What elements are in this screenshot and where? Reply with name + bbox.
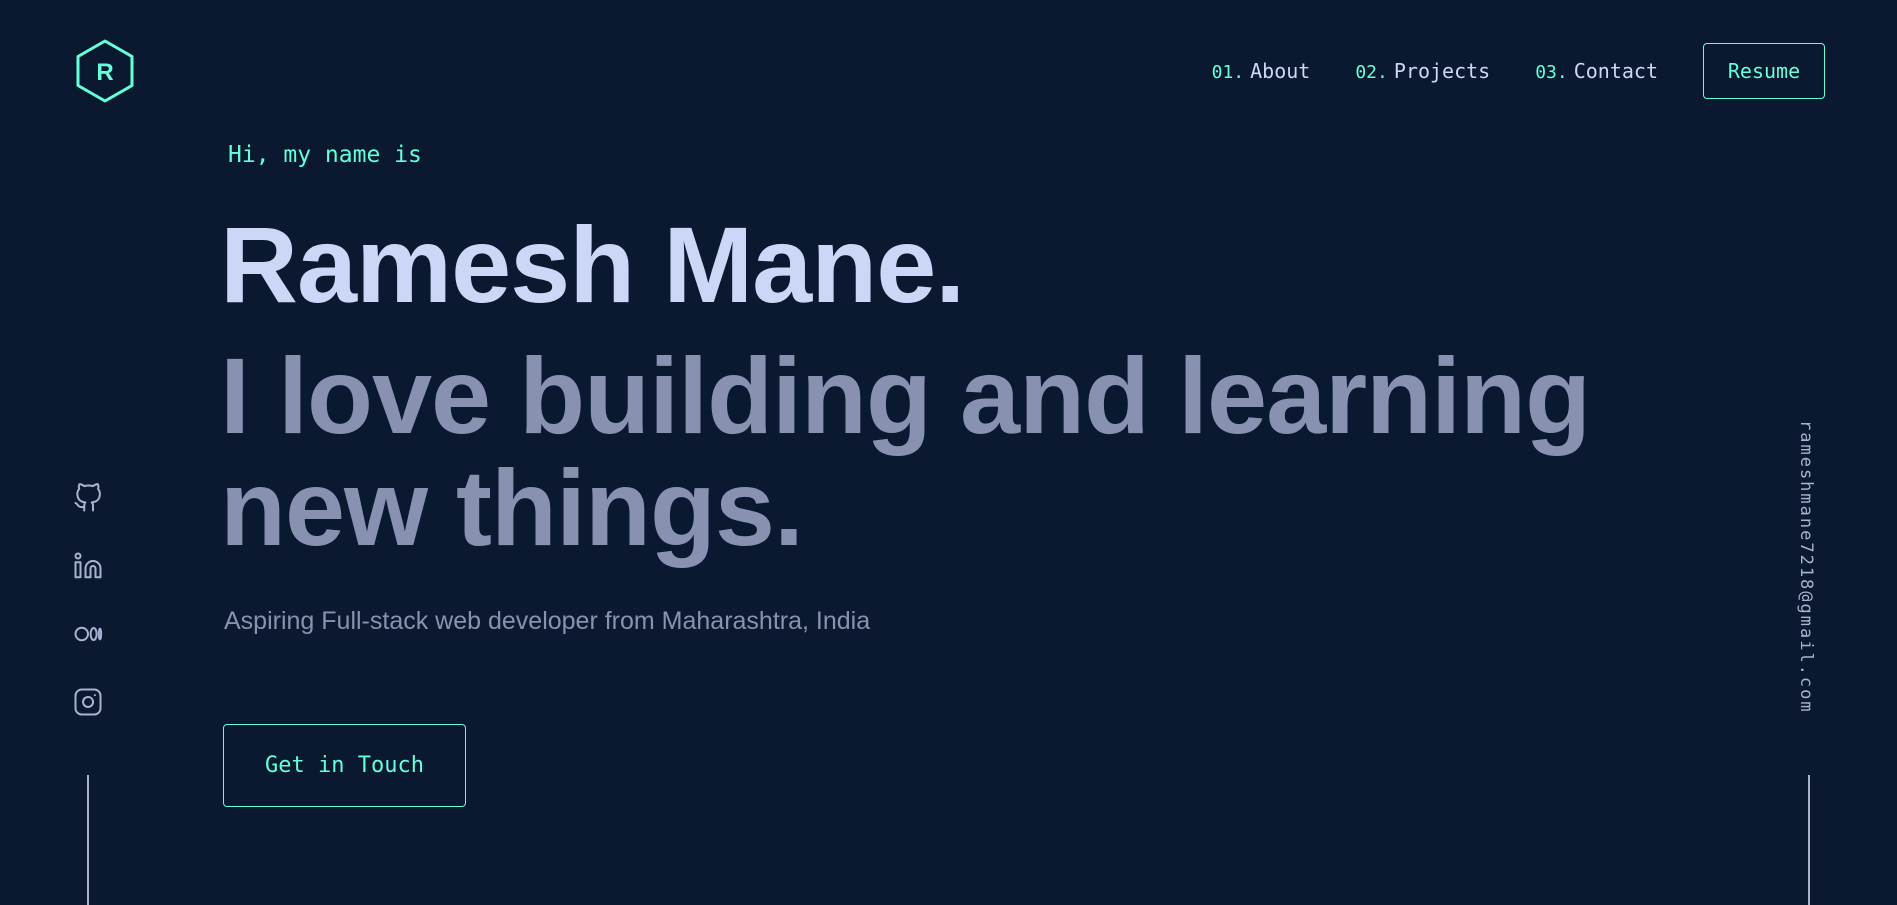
hero-tagline: I love building and learning new things.: [220, 340, 1620, 564]
hero-greeting: Hi, my name is: [228, 142, 422, 168]
nav-item-label: Projects: [1393, 59, 1491, 83]
nav-item-number: 03.: [1535, 62, 1568, 83]
right-divider-line: [1808, 775, 1810, 905]
logo-letter: R: [96, 59, 113, 86]
linkedin-icon: [74, 552, 102, 579]
nav-item-number: 02.: [1355, 62, 1388, 83]
nav-item-label: Contact: [1573, 59, 1658, 83]
social-links: [70, 480, 106, 752]
github-icon: [74, 483, 101, 512]
instagram-icon: [74, 688, 102, 716]
nav-item-about[interactable]: 01. About: [1212, 59, 1311, 83]
hero-tagline-line: new things.: [220, 447, 804, 568]
nav-item-label: About: [1250, 59, 1311, 83]
instagram-link[interactable]: [70, 684, 106, 720]
hero-description: Aspiring Full-stack web developer from M…: [224, 607, 871, 635]
home-logo-link[interactable]: R: [74, 38, 136, 104]
get-in-touch-button[interactable]: Get in Touch: [223, 724, 466, 807]
main-nav: 01. About 02. Projects 03. Contact Resum…: [1212, 42, 1825, 100]
github-link[interactable]: [70, 480, 106, 516]
email-link[interactable]: rameshmane7218@gmail.com: [1796, 420, 1816, 714]
left-divider-line: [87, 775, 89, 905]
resume-button[interactable]: Resume: [1703, 43, 1825, 99]
nav-item-projects[interactable]: 02. Projects: [1355, 59, 1490, 83]
medium-link[interactable]: [70, 616, 106, 652]
medium-icon: [74, 626, 103, 642]
hero-name: Ramesh Mane.: [220, 204, 965, 325]
hero-tagline-line: I love building and learning: [220, 335, 1591, 456]
nav-item-number: 01.: [1211, 62, 1245, 83]
linkedin-link[interactable]: [70, 548, 106, 584]
nav-item-contact[interactable]: 03. Contact: [1535, 59, 1658, 83]
hexagon-logo-icon: R: [76, 39, 134, 103]
